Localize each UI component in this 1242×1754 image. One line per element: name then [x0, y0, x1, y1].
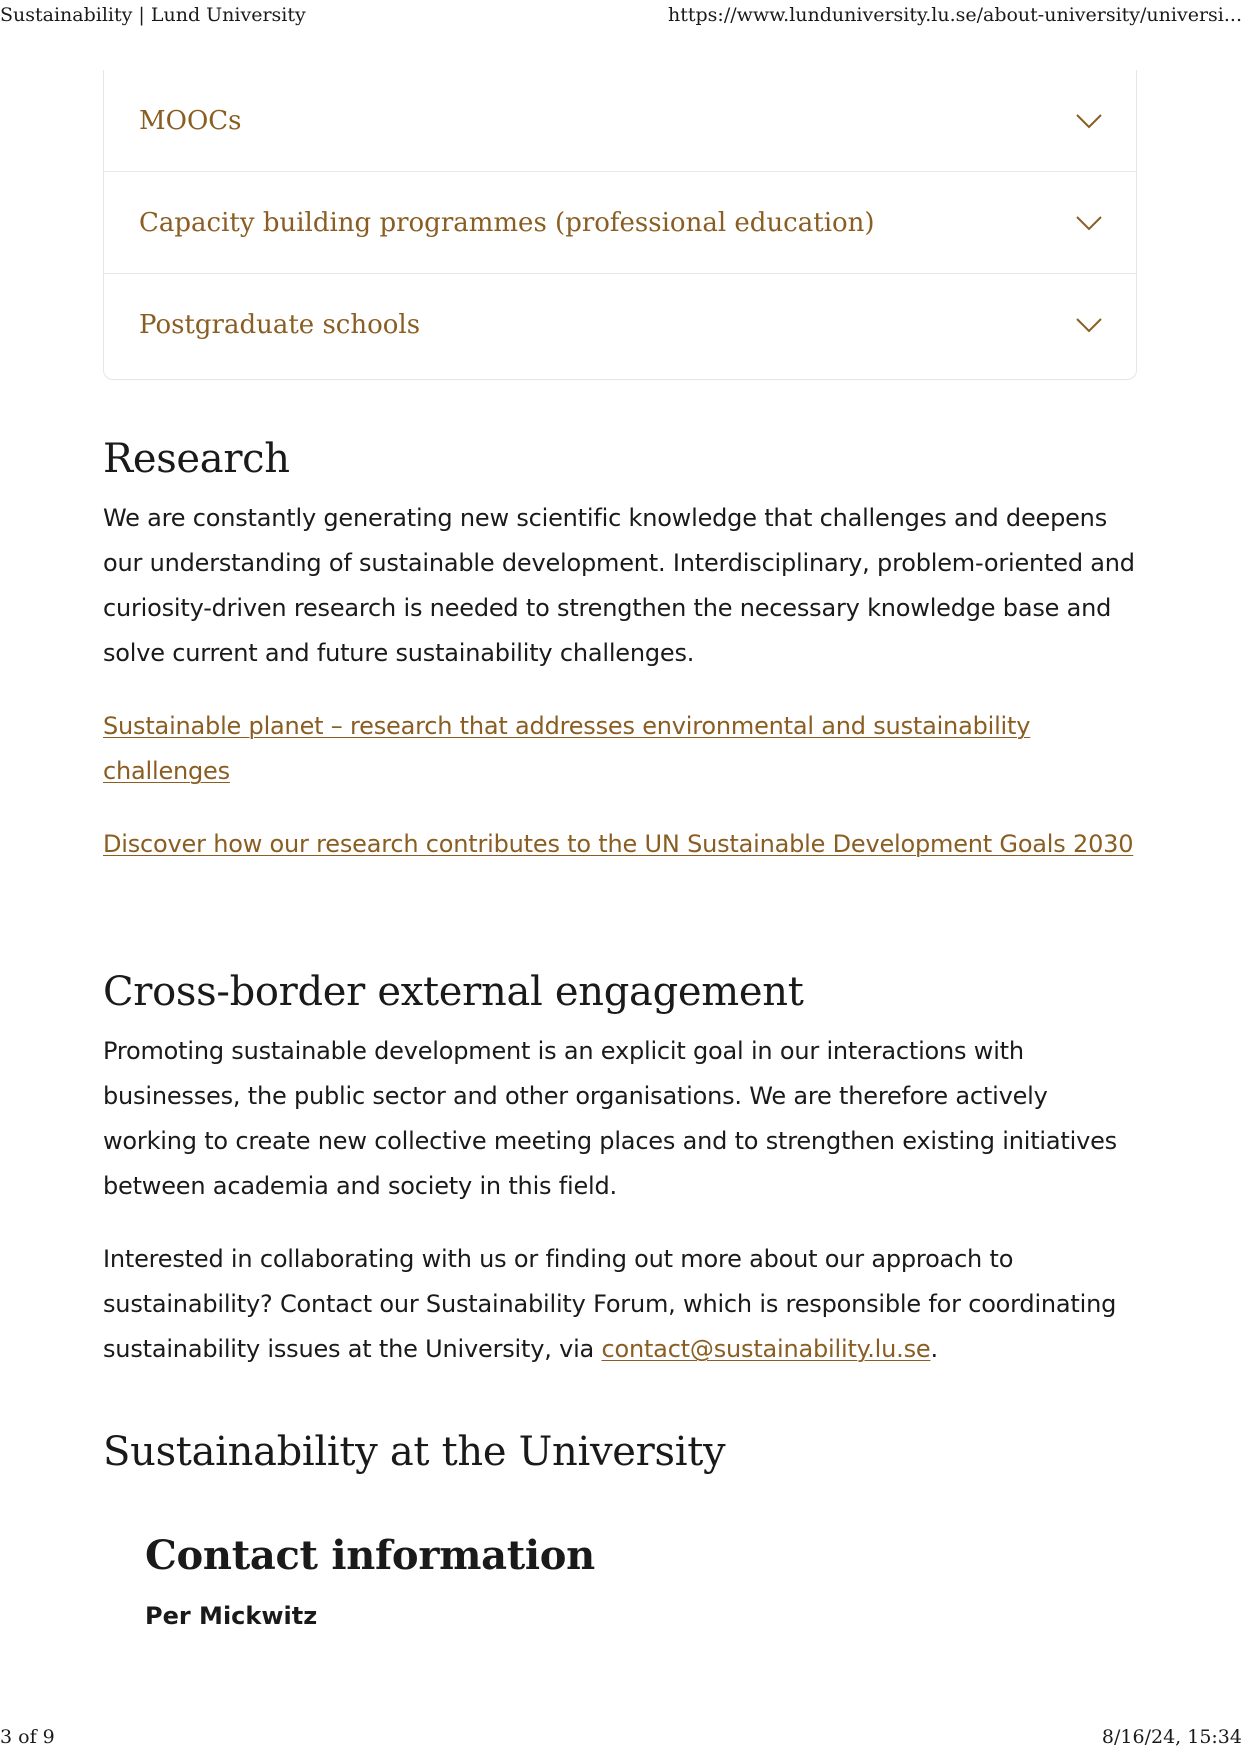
page-url: https://www.lunduniversity.lu.se/about-u…: [668, 4, 1242, 26]
print-datetime: 8/16/24, 15:34: [1101, 1726, 1242, 1748]
contact-email-link[interactable]: contact@sustainability.lu.se: [601, 1335, 930, 1363]
accordion-item-label: MOOCs: [139, 105, 242, 136]
sustainability-heading: Sustainability at the University: [103, 1429, 726, 1475]
contact-heading: Contact information: [145, 1532, 595, 1579]
research-body: We are constantly generating new scienti…: [103, 504, 1135, 667]
chevron-down-icon: [1076, 113, 1102, 128]
engagement-heading: Cross-border external engagement: [103, 969, 804, 1015]
accordion-item-label: Capacity building programmes (profession…: [139, 207, 875, 238]
accordion-item-capacity-building[interactable]: Capacity building programmes (profession…: [104, 172, 1136, 274]
engagement-body-2: Interested in collaborating with us or f…: [103, 1237, 1139, 1372]
accordion-item-postgraduate-schools[interactable]: Postgraduate schools: [104, 274, 1136, 376]
accordion-item-moocs[interactable]: MOOCs: [104, 70, 1136, 172]
engagement-body-2-end: .: [930, 1335, 938, 1363]
chevron-down-icon: [1076, 215, 1102, 230]
research-link-paragraph-2: Discover how our research contributes to…: [103, 822, 1139, 867]
page-title: Sustainability | Lund University: [0, 4, 306, 26]
page-number: 3 of 9: [0, 1726, 55, 1748]
research-link-paragraph-1: Sustainable planet – research that addre…: [103, 704, 1139, 794]
contact-name: Per Mickwitz: [145, 1602, 318, 1630]
un-sdg-link[interactable]: Discover how our research contributes to…: [103, 830, 1133, 858]
research-heading: Research: [103, 436, 290, 482]
engagement-body-1: Promoting sustainable development is an …: [103, 1037, 1117, 1200]
print-footer: 3 of 9 8/16/24, 15:34: [0, 1726, 1242, 1752]
print-header: Sustainability | Lund University https:/…: [0, 4, 1242, 30]
sustainable-planet-link[interactable]: Sustainable planet – research that addre…: [103, 712, 1030, 785]
chevron-down-icon: [1076, 318, 1102, 333]
education-accordion: MOOCs Capacity building programmes (prof…: [103, 70, 1137, 380]
accordion-item-label: Postgraduate schools: [139, 310, 421, 340]
